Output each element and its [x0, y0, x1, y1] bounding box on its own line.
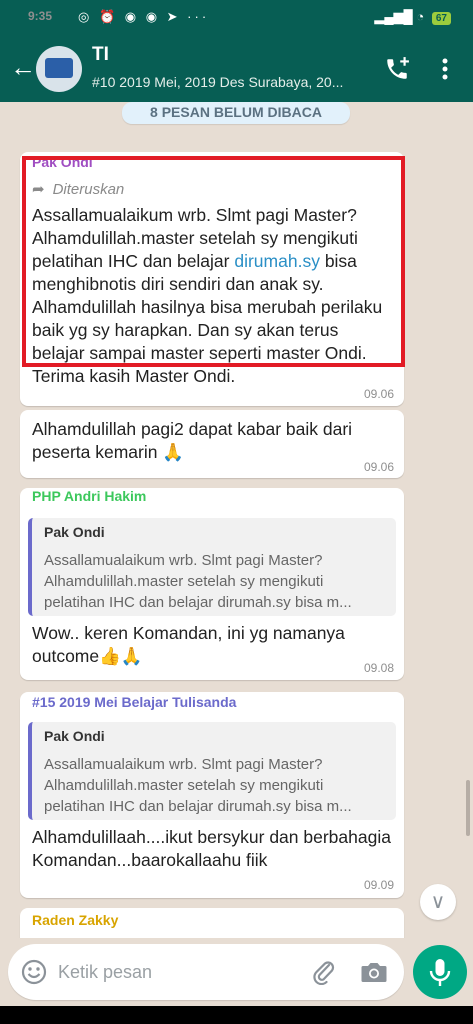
message-input[interactable]: Ketik pesan	[58, 962, 152, 983]
chat-subtitle[interactable]: #10 2019 Mei, 2019 Des Surabaya, 20...	[92, 74, 362, 90]
quoted-text: Assallamualaikum wrb. Slmt pagi Master? …	[44, 552, 352, 611]
battery-indicator: 67	[431, 12, 451, 25]
signal-icon: ▂▄▆█	[374, 9, 413, 24]
message-bubble[interactable]: Alhamdulillah pagi2 dapat kabar baik dar…	[20, 410, 404, 478]
message-sender[interactable]: PHP Andri Hakim	[32, 488, 146, 504]
quoted-message[interactable]: Pak Ondi Assallamualaikum wrb. Slmt pagi…	[28, 518, 396, 616]
unread-banner: 8 PESAN BELUM DIBACA	[122, 102, 350, 124]
message-time: 09.08	[363, 661, 394, 675]
microphone-icon	[429, 959, 451, 986]
message-bubble[interactable]: Raden Zakky	[20, 908, 404, 938]
chat-title[interactable]: TI	[92, 44, 109, 66]
notification-icons: ◎ ⏰ ◉ ◉ ➤ ···	[78, 9, 210, 24]
camera-icon[interactable]	[360, 959, 388, 985]
chevron-down-icon: ∨	[430, 891, 446, 913]
system-nav-bar	[0, 1006, 473, 1024]
wifi-icon: ◔	[416, 9, 425, 24]
message-sender[interactable]: #15 2019 Mei Belajar Tulisanda	[32, 694, 236, 710]
message-text: Wow.. keren Komandan, ini yg namanya out…	[32, 623, 345, 666]
message-time: 09.09	[363, 878, 394, 892]
group-avatar[interactable]	[36, 46, 82, 92]
arrow-left-icon[interactable]: ←	[10, 54, 36, 80]
message-sender[interactable]: Raden Zakky	[32, 912, 118, 928]
paperclip-icon[interactable]	[310, 957, 336, 985]
message-bubble[interactable]: #15 2019 Mei Belajar Tulisanda Pak Ondi …	[20, 692, 404, 898]
system-icons: ▂▄▆█ ◔ 67	[374, 9, 451, 25]
highlight-box	[22, 156, 405, 367]
message-input-bar[interactable]: Ketik pesan	[8, 944, 404, 1000]
more-vert-icon[interactable]	[436, 56, 454, 82]
quoted-message[interactable]: Pak Ondi Assallamualaikum wrb. Slmt pagi…	[28, 722, 396, 820]
quoted-sender: Pak Ondi	[44, 728, 105, 744]
message-text: Alhamdulillaah....ikut bersykur dan berb…	[32, 827, 391, 870]
scrollbar[interactable]	[466, 780, 470, 836]
scroll-down-button[interactable]: ∨	[420, 884, 456, 920]
message-text: Alhamdulillah pagi2 dapat kabar baik dar…	[32, 419, 353, 462]
message-bubble[interactable]: PHP Andri Hakim Pak Ondi Assallamualaiku…	[20, 488, 404, 680]
chat-header: ← TI #10 2019 Mei, 2019 Des Surabaya, 20…	[0, 36, 473, 102]
add-call-icon[interactable]	[384, 56, 410, 82]
message-time: 09.06	[363, 460, 394, 474]
message-time: 09.06	[363, 387, 394, 401]
quoted-text: Assallamualaikum wrb. Slmt pagi Master? …	[44, 756, 352, 815]
mic-button[interactable]	[413, 945, 467, 999]
status-bar: 9:35 ◎ ⏰ ◉ ◉ ➤ ··· ▂▄▆█ ◔ 67	[0, 0, 473, 36]
quoted-sender: Pak Ondi	[44, 524, 105, 540]
emoji-icon[interactable]	[20, 958, 48, 986]
